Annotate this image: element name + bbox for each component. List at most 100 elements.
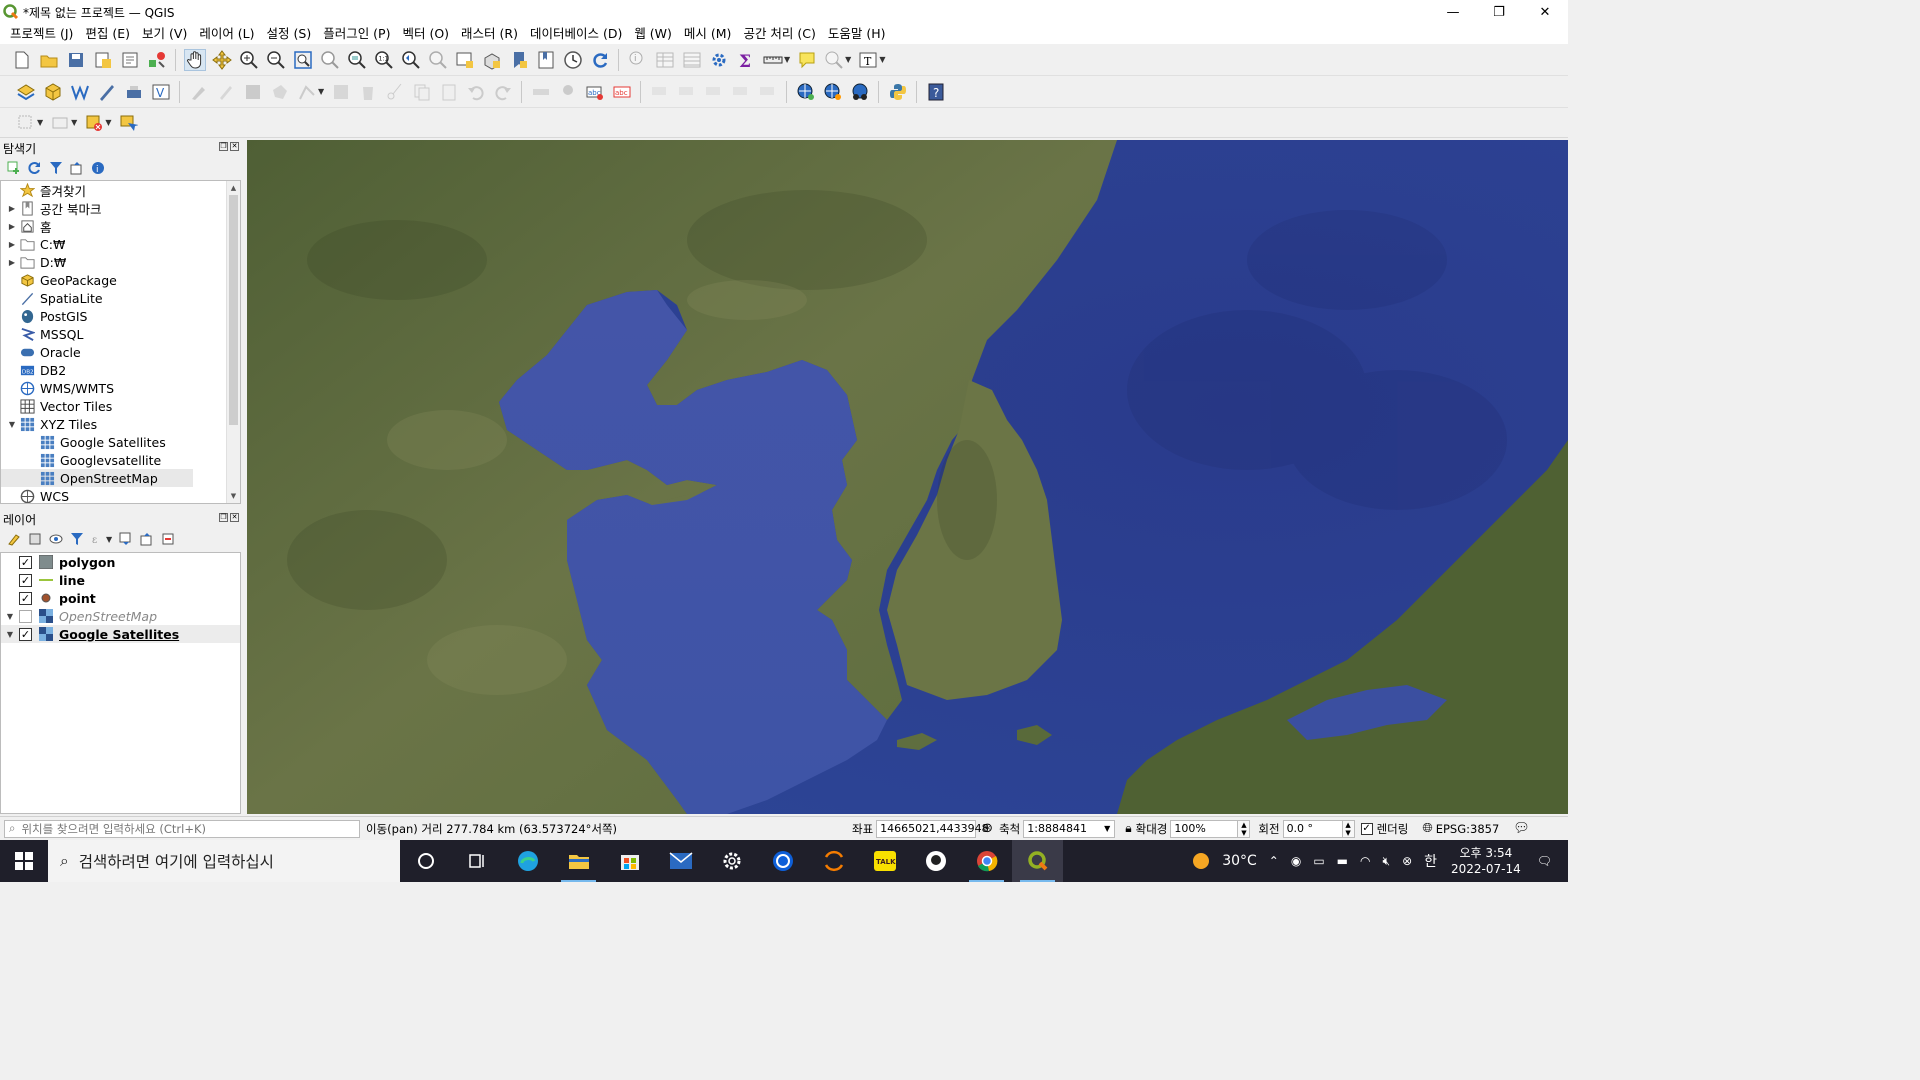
- expand-arrow-icon[interactable]: ▶: [5, 204, 19, 213]
- zoom-in-icon[interactable]: [238, 49, 260, 71]
- select-area-dropdown-icon[interactable]: ▼: [37, 118, 43, 127]
- browser-item[interactable]: Vector Tiles: [1, 397, 240, 415]
- layer-row[interactable]: ▼ ✓ Google Satellites: [1, 625, 240, 643]
- deselect-dropdown-icon[interactable]: ▼: [105, 118, 111, 127]
- menu-vector[interactable]: 벡터 (O): [396, 24, 455, 44]
- crs-globe-icon[interactable]: 🌐︎: [1422, 821, 1432, 836]
- paste-features-icon[interactable]: [438, 81, 460, 103]
- collapse-arrow-icon[interactable]: ▼: [1, 612, 19, 621]
- menu-processing[interactable]: 공간 처리 (C): [737, 24, 821, 44]
- layer-row[interactable]: ▼ OpenStreetMap: [1, 607, 240, 625]
- new-virtual-layer-icon[interactable]: [123, 81, 145, 103]
- cut-features-icon[interactable]: [384, 81, 406, 103]
- browser-item[interactable]: Googlevsatellite: [1, 451, 240, 469]
- redo-icon[interactable]: [492, 81, 514, 103]
- clock[interactable]: 오후 3:54 2022-07-14: [1451, 845, 1521, 877]
- show-hide-labels-icon[interactable]: [703, 81, 725, 103]
- new-shapefile-layer-icon[interactable]: [69, 81, 91, 103]
- float-panel-icon[interactable]: ❐: [219, 513, 228, 522]
- menu-layer[interactable]: 레이어 (L): [193, 24, 260, 44]
- help-contents-icon[interactable]: ?: [925, 81, 947, 103]
- volume-muted-icon[interactable]: 🔇︎: [1383, 854, 1391, 869]
- browser-item[interactable]: SpatiaLite: [1, 289, 240, 307]
- browser-item[interactable]: Oracle: [1, 343, 240, 361]
- select-by-area-icon[interactable]: [15, 112, 37, 134]
- menu-project[interactable]: 프로젝트 (J): [4, 24, 79, 44]
- eclipse-icon[interactable]: [808, 840, 859, 882]
- zoom-out-icon[interactable]: [265, 49, 287, 71]
- copy-features-icon[interactable]: [411, 81, 433, 103]
- quickmapservices-icon[interactable]: [849, 81, 871, 103]
- select-dropdown-icon[interactable]: ▼: [845, 55, 851, 64]
- layer-diagram-options-icon[interactable]: abc: [611, 81, 633, 103]
- identify-features-icon[interactable]: i: [627, 49, 649, 71]
- python-console-icon[interactable]: [887, 81, 909, 103]
- save-as-icon[interactable]: [92, 49, 114, 71]
- float-panel-icon[interactable]: ❐: [219, 142, 228, 151]
- measure-line-icon[interactable]: [762, 49, 784, 71]
- style-manager-icon[interactable]: [146, 49, 168, 71]
- close-panel-icon[interactable]: ✕: [230, 142, 239, 151]
- open-project-icon[interactable]: [38, 49, 60, 71]
- undo-icon[interactable]: [465, 81, 487, 103]
- new-spatialite-layer-icon[interactable]: [96, 81, 118, 103]
- select-value-dropdown-icon[interactable]: ▼: [71, 118, 77, 127]
- expand-arrow-icon[interactable]: ▶: [5, 240, 19, 249]
- refresh-icon[interactable]: [589, 49, 611, 71]
- select-by-value-icon[interactable]: [49, 112, 71, 134]
- layer-visibility-checkbox[interactable]: ✓: [19, 591, 32, 605]
- layer-visibility-checkbox[interactable]: ✓: [19, 573, 32, 587]
- file-explorer-icon[interactable]: [553, 840, 604, 882]
- render-checkbox[interactable]: ✓: [1360, 822, 1373, 835]
- delete-selected-icon[interactable]: [357, 81, 379, 103]
- browser-item[interactable]: GeoPackage: [1, 271, 240, 289]
- browser-item[interactable]: PostGIS: [1, 307, 240, 325]
- minimize-button[interactable]: —: [1430, 0, 1476, 24]
- field-calculator-icon[interactable]: [681, 49, 703, 71]
- menu-database[interactable]: 데이터베이스 (D): [524, 24, 628, 44]
- menu-help[interactable]: 도움말 (H): [822, 24, 892, 44]
- measure-dropdown-icon[interactable]: ▼: [784, 55, 790, 64]
- browser-item[interactable]: ▶ 공간 북마크: [1, 199, 240, 217]
- maximize-button[interactable]: ❐: [1476, 0, 1522, 24]
- add-polygon-feature-icon[interactable]: [269, 81, 291, 103]
- browser-item[interactable]: WMS/WMTS: [1, 379, 240, 397]
- data-source-manager-icon[interactable]: [15, 81, 37, 103]
- move-label-icon[interactable]: [730, 81, 752, 103]
- scale-combo[interactable]: 1:8884841 ▼: [1023, 819, 1116, 838]
- layer-row[interactable]: ✓ line: [1, 571, 240, 589]
- lock-scale-icon[interactable]: 🔒︎: [1125, 821, 1131, 836]
- network-disconnected-icon[interactable]: ⊗: [1402, 854, 1412, 868]
- task-view-icon[interactable]: [451, 840, 502, 882]
- browser-item[interactable]: MSSQL: [1, 325, 240, 343]
- modify-attributes-icon[interactable]: [330, 81, 352, 103]
- browser-item[interactable]: Google Satellites: [1, 433, 240, 451]
- label-pin-icon[interactable]: [557, 81, 579, 103]
- pan-map-icon[interactable]: [183, 48, 206, 71]
- pan-to-selection-icon[interactable]: [211, 49, 233, 71]
- taskbar-search[interactable]: ⌕ 검색하려면 여기에 입력하십시: [48, 840, 400, 882]
- pin-labels-icon[interactable]: [676, 81, 698, 103]
- layer-visibility-checkbox[interactable]: ✓: [19, 627, 32, 641]
- vertex-dropdown-icon[interactable]: ▼: [318, 87, 324, 96]
- wifi-icon[interactable]: ◠: [1360, 854, 1370, 868]
- github-icon[interactable]: [910, 840, 961, 882]
- cortana-icon[interactable]: [400, 840, 451, 882]
- weather-sun-icon[interactable]: [1192, 852, 1210, 870]
- menu-raster[interactable]: 래스터 (R): [455, 24, 524, 44]
- highlight-pinned-labels-icon[interactable]: [649, 81, 671, 103]
- browser-item[interactable]: 즐겨찾기: [1, 181, 240, 199]
- collapse-all-layers-icon[interactable]: [139, 531, 155, 547]
- new-bookmark-icon[interactable]: [508, 49, 530, 71]
- save-project-icon[interactable]: [65, 49, 87, 71]
- menu-view[interactable]: 보기 (V): [136, 24, 193, 44]
- filter-dropdown-icon[interactable]: ▼: [106, 535, 112, 544]
- expand-all-icon[interactable]: [118, 531, 134, 547]
- collapse-arrow-icon[interactable]: ▼: [5, 420, 19, 429]
- store-icon[interactable]: [604, 840, 655, 882]
- collapse-arrow-icon[interactable]: ▼: [1, 630, 19, 639]
- new-map-view-icon[interactable]: [454, 49, 476, 71]
- temperature-label[interactable]: 30°C: [1222, 853, 1257, 869]
- filter-legend-icon[interactable]: [69, 531, 85, 547]
- scroll-thumb[interactable]: [229, 195, 238, 425]
